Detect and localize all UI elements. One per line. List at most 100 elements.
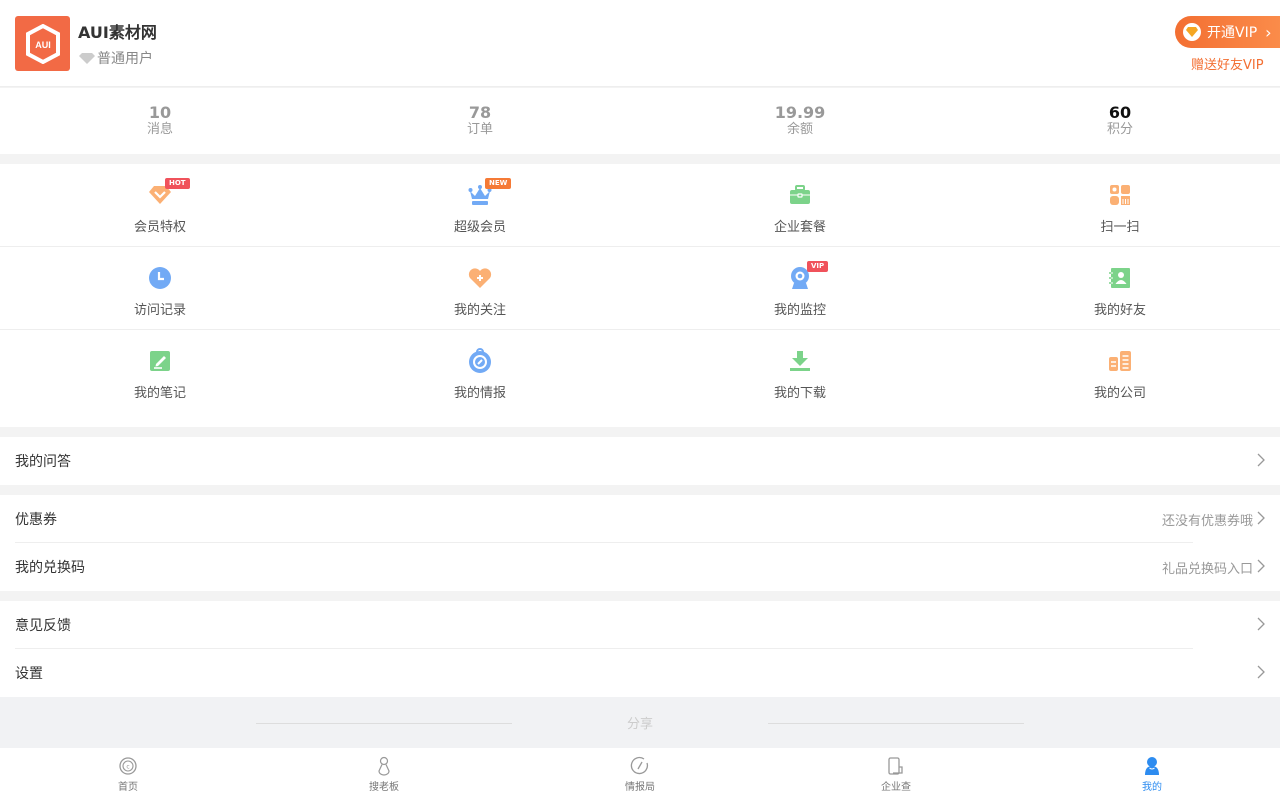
- tab-label: 搜老板: [369, 782, 399, 793]
- stat-value: 19.99: [774, 103, 826, 122]
- stat-label: 消息: [146, 122, 173, 137]
- stat-points[interactable]: 60 积分: [960, 88, 1280, 154]
- stopwatch-icon: [467, 348, 493, 374]
- grid-item-my-downloads[interactable]: 我的下载: [640, 330, 960, 413]
- grid-item-label: 扫一扫: [1100, 220, 1140, 235]
- contacts-icon: [1107, 265, 1133, 291]
- stats-bar: 10 消息 78 订单 19.99 余额 60 积分: [0, 88, 1280, 154]
- list-group-settings: 意见反馈 设置: [0, 601, 1280, 697]
- list-item-redeem-code[interactable]: 我的兑换码 礼品兑换码入口: [0, 543, 1280, 591]
- grid-item-enterprise-package[interactable]: 企业套餐: [640, 164, 960, 246]
- list-item-settings[interactable]: 设置: [0, 649, 1280, 697]
- grid-item-my-intel[interactable]: 我的情报: [320, 330, 640, 413]
- bottom-tab-bar: c 首页 搜老板 情报局 企业查 我的: [0, 748, 1280, 800]
- svg-text:AUI: AUI: [35, 40, 51, 50]
- tab-label: 企业查: [881, 782, 911, 793]
- app-title: AUI素材网: [78, 23, 157, 42]
- svg-text:c: c: [126, 764, 129, 771]
- list-item-label: 设置: [15, 666, 43, 682]
- stat-label: 订单: [466, 122, 493, 137]
- list-group-qa: 我的问答: [0, 437, 1280, 485]
- diamond-icon: HOT: [147, 178, 190, 208]
- grid-item-label: 访问记录: [133, 303, 186, 318]
- grid-row: 访问记录 我的关注 VIP 我的监控 我的好友: [0, 247, 1280, 330]
- divider: [768, 723, 1024, 724]
- list-item-label: 我的问答: [15, 454, 71, 470]
- chevron-right-icon: ›: [1265, 22, 1272, 42]
- stat-balance[interactable]: 19.99 余额: [640, 88, 960, 154]
- tab-label: 首页: [118, 782, 138, 793]
- grid-item-my-friends[interactable]: 我的好友: [960, 247, 1280, 329]
- company-icon: [886, 756, 906, 776]
- profile-header: AUI AUI素材网 普通用户 开通VIP › 赠送好友VIP: [0, 0, 1280, 87]
- tab-search-boss[interactable]: 搜老板: [256, 748, 512, 800]
- grid-item-visit-history[interactable]: 访问记录: [0, 247, 320, 329]
- home-c-icon: c: [118, 756, 138, 776]
- list-item-label: 优惠券: [15, 512, 57, 528]
- grid-item-label: 我的公司: [1093, 386, 1146, 401]
- intel-icon: [630, 756, 650, 776]
- list-item-hint: 还没有优惠券哦: [1161, 513, 1253, 529]
- chevron-right-icon: [1257, 559, 1265, 573]
- aui-logo-icon: AUI: [25, 23, 60, 64]
- qrcode-icon: [1107, 182, 1133, 208]
- grid-item-scan[interactable]: 扫一扫: [960, 164, 1280, 246]
- user-type: 普通用户: [79, 48, 153, 68]
- chevron-right-icon: [1257, 617, 1265, 631]
- list-item-feedback[interactable]: 意见反馈: [0, 601, 1280, 649]
- list-item-my-qa[interactable]: 我的问答: [0, 437, 1280, 485]
- feature-grid: HOT 会员特权 NEW 超级会员 企业套餐 扫一扫 访问记录 我的关注 VIP…: [0, 164, 1280, 427]
- gift-vip-link[interactable]: 赠送好友VIP: [1191, 54, 1264, 73]
- webcam-icon: VIP: [787, 261, 829, 291]
- open-vip-button[interactable]: 开通VIP ›: [1175, 16, 1280, 48]
- stat-value: 60: [1108, 103, 1132, 122]
- tab-home[interactable]: c 首页: [0, 748, 256, 800]
- grid-item-my-follows[interactable]: 我的关注: [320, 247, 640, 329]
- grid-item-label: 我的关注: [453, 303, 506, 318]
- tab-label: 我的: [1142, 782, 1162, 793]
- list-group-coupons: 优惠券 还没有优惠券哦 我的兑换码 礼品兑换码入口: [0, 495, 1280, 591]
- grid-item-my-monitoring[interactable]: VIP 我的监控: [640, 247, 960, 329]
- user-icon: [1142, 756, 1162, 776]
- chevron-right-icon: [1257, 511, 1265, 525]
- tab-intel-bureau[interactable]: 情报局: [512, 748, 768, 800]
- grid-item-label: 我的笔记: [133, 386, 186, 401]
- buildings-icon: [1107, 348, 1133, 374]
- tab-mine[interactable]: 我的: [1024, 748, 1280, 800]
- grid-item-label: 我的监控: [773, 303, 826, 318]
- vip-badge: VIP: [807, 261, 829, 272]
- grid-item-member-privileges[interactable]: HOT 会员特权: [0, 164, 320, 246]
- list-item-coupons[interactable]: 优惠券 还没有优惠券哦: [0, 495, 1280, 543]
- grid-item-label: 我的下载: [773, 386, 826, 401]
- grid-item-label: 会员特权: [133, 220, 186, 235]
- crown-icon: NEW: [467, 178, 512, 208]
- tab-company-search[interactable]: 企业查: [768, 748, 1024, 800]
- tab-label: 情报局: [625, 782, 655, 793]
- share-label[interactable]: 分享: [0, 713, 1280, 732]
- grid-item-label: 超级会员: [453, 220, 506, 235]
- download-icon: [787, 348, 813, 374]
- stat-messages[interactable]: 10 消息: [0, 88, 320, 154]
- open-vip-label: 开通VIP: [1207, 25, 1258, 41]
- stat-label: 余额: [786, 122, 813, 137]
- grid-item-label: 我的情报: [453, 386, 506, 401]
- vip-coin-icon: [1183, 23, 1201, 41]
- heart-plus-icon: [467, 265, 493, 291]
- list-item-label: 意见反馈: [15, 618, 71, 634]
- note-edit-icon: [147, 348, 173, 374]
- boss-icon: [374, 756, 394, 776]
- grid-row: 我的笔记 我的情报 我的下载 我的公司: [0, 330, 1280, 413]
- hot-badge: HOT: [165, 178, 190, 189]
- stat-value: 78: [468, 103, 492, 122]
- grid-item-my-notes[interactable]: 我的笔记: [0, 330, 320, 413]
- new-badge: NEW: [485, 178, 512, 189]
- grid-item-label: 我的好友: [1093, 303, 1146, 318]
- grid-item-super-member[interactable]: NEW 超级会员: [320, 164, 640, 246]
- grid-item-label: 企业套餐: [773, 220, 826, 235]
- diamond-icon: [79, 53, 95, 64]
- grid-item-my-company[interactable]: 我的公司: [960, 330, 1280, 413]
- stat-orders[interactable]: 78 订单: [320, 88, 640, 154]
- chevron-right-icon: [1257, 665, 1265, 679]
- app-logo: AUI: [15, 16, 70, 71]
- stat-label: 积分: [1106, 122, 1133, 137]
